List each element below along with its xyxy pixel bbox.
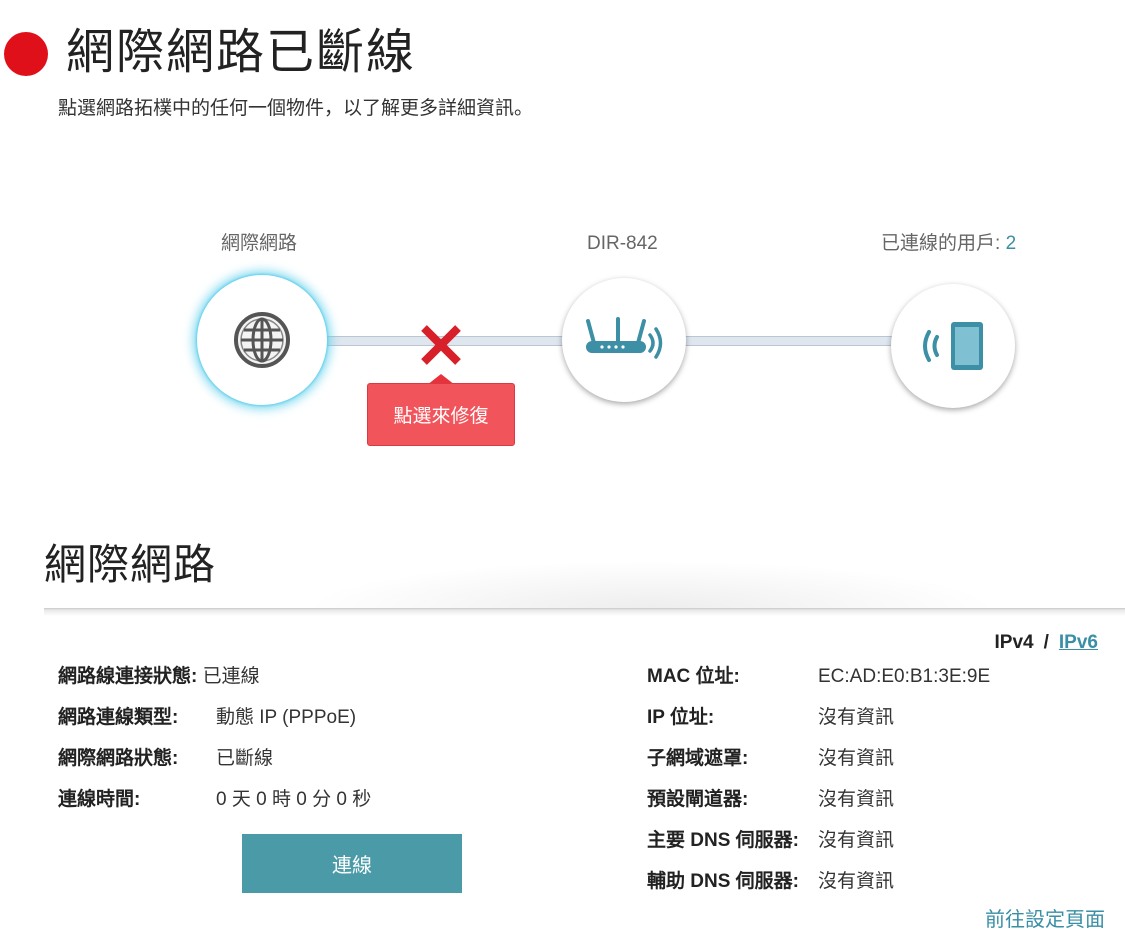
info-value: 沒有資訊 [818,748,895,769]
goto-settings-link[interactable]: 前往設定頁面 [985,903,1105,932]
ip-version-separator: / [1043,632,1049,653]
info-label: MAC 位址: [647,666,740,687]
internet-node-label: 網際網路 [221,233,298,254]
info-value: 沒有資訊 [818,830,895,851]
clients-node-label: 已連線的用戶: 2 [881,232,1016,256]
router-clients-link [682,336,896,346]
info-row-secondary-dns: 輔助 DNS 伺服器: 沒有資訊 [647,869,894,895]
info-value: 0 天 0 時 0 分 0 秒 [216,789,372,810]
globe-icon [234,312,290,368]
fix-button[interactable]: 點選來修復 [367,383,515,446]
info-row-gateway: 預設閘道器: 沒有資訊 [647,787,894,813]
info-label: 子網域遮罩: [647,748,749,769]
info-value: EC:AD:E0:B1:3E:9E [818,666,991,687]
info-label: 網路連線類型: [58,707,179,728]
section-title: 網際網路 [44,541,217,588]
info-row-cable-status: 網路線連接狀態: 已連線 [58,664,260,690]
info-row-connection-type: 網路連線類型: 動態 IP (PPPoE) [58,705,356,731]
info-label: 主要 DNS 伺服器: [647,830,800,851]
info-label: 輔助 DNS 伺服器: [647,871,800,892]
info-label: 網際網路狀態: [58,748,179,769]
internet-node[interactable] [197,275,327,405]
section-shade [300,560,1000,610]
router-node[interactable] [562,278,686,402]
info-value: 沒有資訊 [818,789,895,810]
disconnect-x-icon[interactable] [418,322,464,368]
clients-label-text: 已連線的用戶: [881,233,1001,254]
info-row-internet-status: 網際網路狀態: 已斷線 [58,746,273,772]
info-label: IP 位址: [647,707,715,728]
router-icon [586,317,663,359]
connect-button[interactable]: 連線 [242,834,462,893]
info-row-subnet: 子網域遮罩: 沒有資訊 [647,746,894,772]
ip-version-switch: IPv4 / IPv6 [995,632,1098,654]
page-title: 網際網路已斷線 [66,26,417,79]
tablet-wifi-icon [923,322,983,370]
info-value: 沒有資訊 [818,707,895,728]
info-row-ip: IP 位址: 沒有資訊 [647,705,894,731]
status-indicator [4,32,48,76]
info-row-primary-dns: 主要 DNS 伺服器: 沒有資訊 [647,828,894,854]
clients-count: 2 [1005,233,1017,254]
info-value: 已連線 [202,666,260,687]
info-row-mac: MAC 位址: EC:AD:E0:B1:3E:9E [647,664,990,690]
info-label: 連線時間: [58,789,141,810]
ipv4-label: IPv4 [994,632,1034,653]
info-row-uptime: 連線時間: 0 天 0 時 0 分 0 秒 [58,787,371,813]
info-value: 沒有資訊 [818,871,895,892]
clients-node[interactable] [891,284,1015,408]
router-node-label: DIR-842 [587,233,658,254]
page-subtitle: 點選網路拓樸中的任何一個物件，以了解更多詳細資訊。 [58,98,534,119]
info-value: 動態 IP (PPPoE) [216,707,357,728]
info-value: 已斷線 [216,748,274,769]
section-divider [44,608,1125,616]
ipv6-link[interactable]: IPv6 [1059,632,1098,653]
info-label: 預設閘道器: [647,789,749,810]
info-label: 網路線連接狀態: [58,666,198,687]
